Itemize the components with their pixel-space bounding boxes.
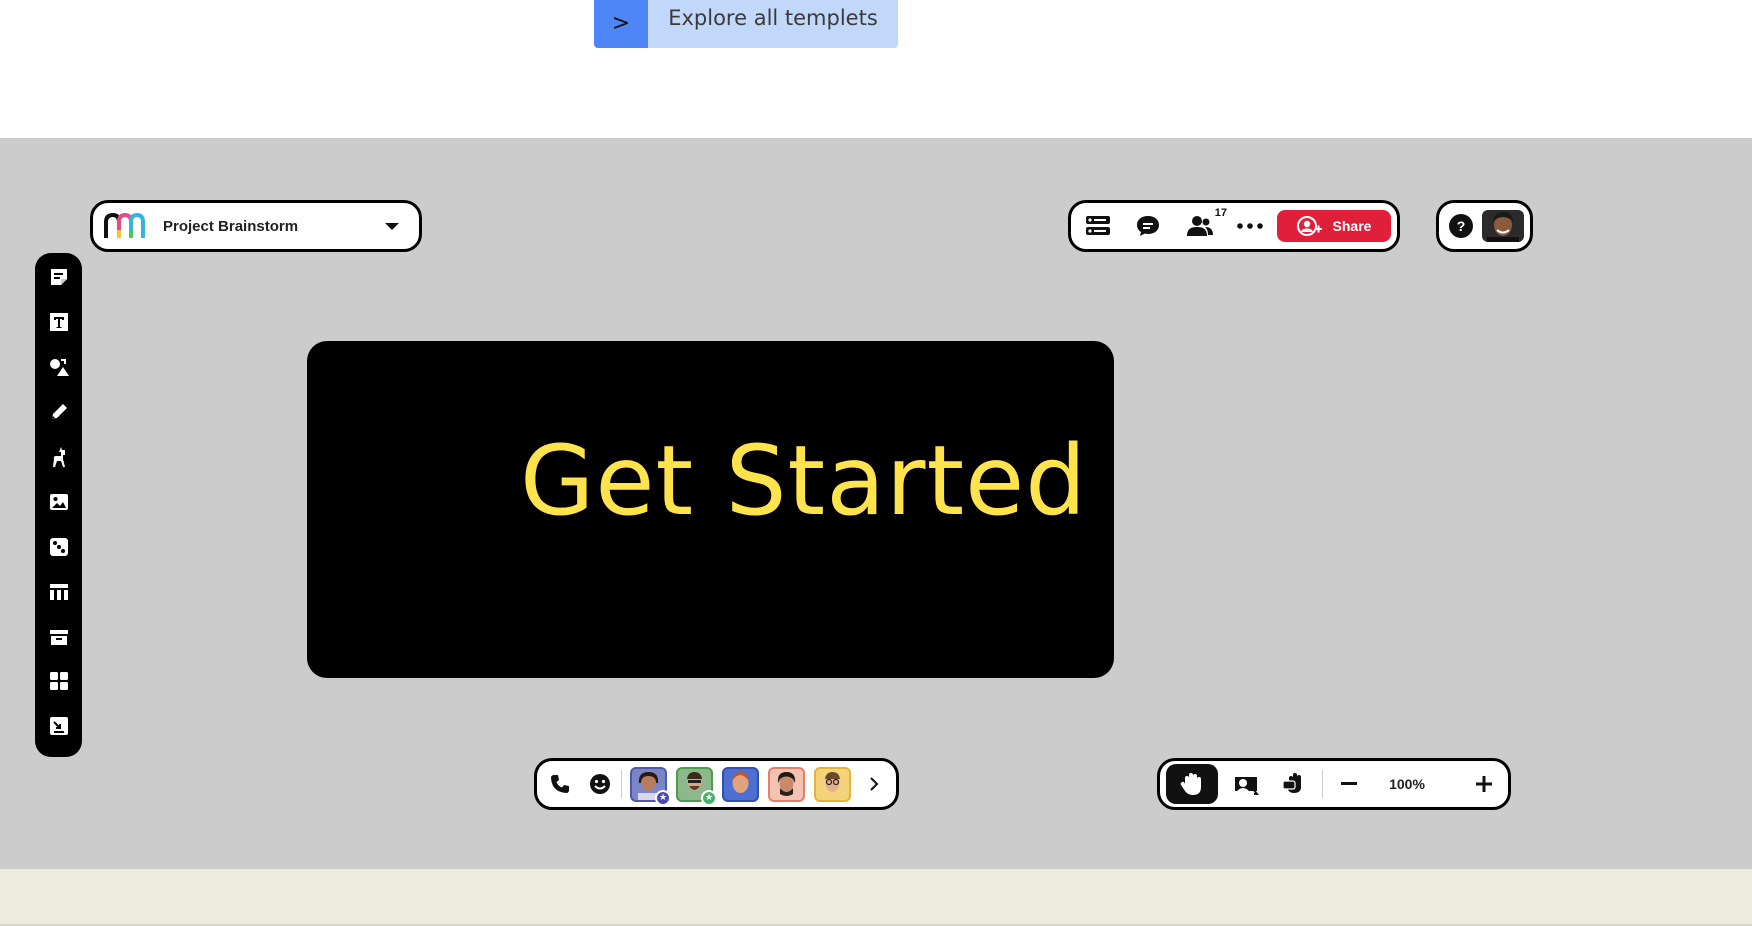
table-icon[interactable]	[44, 577, 74, 606]
participant-avatar[interactable]	[722, 766, 759, 802]
get-started-card[interactable]: Get Started	[307, 341, 1114, 678]
llama-icon[interactable]	[44, 443, 74, 472]
participant-count: 17	[1214, 207, 1227, 219]
more-options-icon[interactable]	[1235, 211, 1265, 241]
collaboration-bar: 17 Share	[1068, 200, 1400, 252]
left-toolbar	[35, 253, 82, 757]
participant-avatar[interactable]	[768, 766, 805, 802]
top-strip: > Explore all templets	[0, 0, 1752, 138]
dice-icon[interactable]	[44, 532, 74, 561]
participant-avatar[interactable]	[814, 766, 851, 802]
help-icon[interactable]: ?	[1449, 214, 1473, 238]
explore-arrow-icon: >	[594, 0, 648, 48]
zoom-in-icon[interactable]	[1466, 766, 1502, 802]
zoom-out-icon[interactable]	[1331, 766, 1367, 802]
phone-icon[interactable]	[547, 771, 573, 797]
sticky-note-icon[interactable]	[44, 263, 74, 292]
board-name[interactable]: Project Brainstorm	[163, 218, 385, 235]
hide-cursors-icon[interactable]	[1226, 764, 1266, 804]
image-icon[interactable]	[44, 488, 74, 517]
hand-pan-icon[interactable]	[1166, 764, 1218, 804]
participant-avatar[interactable]: ★	[630, 766, 671, 806]
user-avatar[interactable]	[1482, 210, 1524, 242]
board-title-bar: Project Brainstorm	[90, 200, 422, 252]
add-user-icon	[1296, 216, 1322, 236]
pen-icon[interactable]	[44, 398, 74, 427]
chevron-right-icon[interactable]	[864, 771, 884, 797]
footer-band	[0, 869, 1752, 926]
share-button[interactable]: Share	[1277, 210, 1391, 242]
app-logo-icon[interactable]	[103, 212, 147, 240]
emoji-icon[interactable]	[587, 771, 613, 797]
import-icon[interactable]	[44, 712, 74, 741]
zoom-controls-bar: 100%	[1157, 758, 1511, 810]
star-badge-icon: ★	[655, 789, 671, 806]
divider	[1322, 770, 1323, 798]
shapes-icon[interactable]	[44, 353, 74, 382]
explore-templates-label: Explore all templets	[668, 6, 878, 30]
grid-layout-icon[interactable]	[44, 667, 74, 696]
text-tool-icon[interactable]	[44, 308, 74, 337]
explore-templates-button[interactable]: > Explore all templets	[594, 0, 898, 48]
call-participants-bar: ★ ★	[534, 758, 899, 810]
star-badge-icon: ★	[701, 789, 717, 806]
participants-icon[interactable]: 17	[1185, 207, 1227, 241]
participant-avatar[interactable]: ★	[676, 766, 717, 806]
help-profile-bar: ?	[1436, 200, 1533, 252]
divider	[621, 770, 622, 798]
share-label: Share	[1332, 218, 1372, 234]
follow-user-icon[interactable]	[1274, 764, 1314, 804]
chevron-down-icon[interactable]	[385, 222, 399, 230]
get-started-title: Get Started	[520, 425, 1088, 537]
archive-icon[interactable]	[44, 622, 74, 651]
cards-icon[interactable]	[1083, 211, 1113, 241]
chat-icon[interactable]	[1133, 211, 1163, 241]
zoom-level[interactable]: 100%	[1367, 776, 1447, 792]
